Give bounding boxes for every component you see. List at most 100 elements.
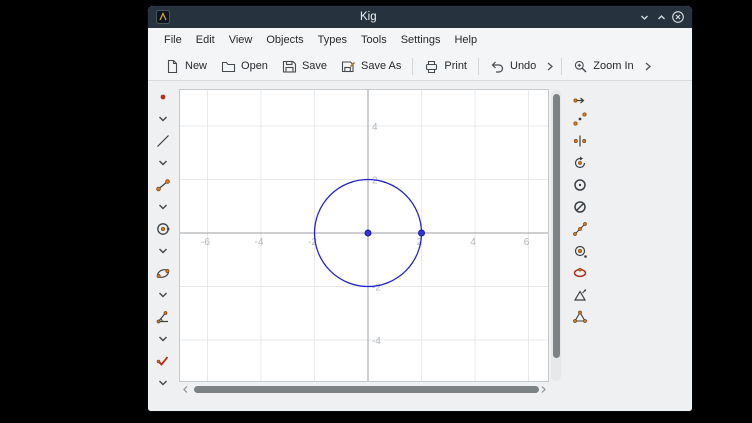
titlebar-controls xyxy=(637,6,685,28)
toolbar-overflow-expander[interactable] xyxy=(641,59,655,74)
open-button[interactable]: Open xyxy=(214,56,275,77)
window-title: Kig xyxy=(360,6,377,28)
segment-tool-expander[interactable] xyxy=(154,198,172,215)
x-tick-label: 6 xyxy=(524,237,530,248)
point-tool-expander[interactable] xyxy=(154,110,172,127)
axis-reflection-tool[interactable] xyxy=(571,132,589,149)
x-tick-label: 4 xyxy=(470,237,476,248)
horizontal-scrollbar-thumb[interactable] xyxy=(194,386,539,393)
hide-object-tool[interactable] xyxy=(571,198,589,215)
line-tool[interactable] xyxy=(154,132,172,149)
chevron-down-icon xyxy=(155,155,171,171)
open-folder-icon xyxy=(221,59,236,74)
point-reflection-tool[interactable] xyxy=(571,110,589,127)
conic-tool-expander[interactable] xyxy=(154,286,172,303)
y-tick-label: 2 xyxy=(372,176,378,187)
new-label: New xyxy=(185,60,207,72)
menu-tools[interactable]: Tools xyxy=(354,31,394,49)
angle-icon xyxy=(155,309,171,325)
translate-tool[interactable] xyxy=(571,88,589,105)
vertical-scrollbar-thumb[interactable] xyxy=(553,94,560,358)
chevron-down-icon xyxy=(155,287,171,303)
menubar: File Edit View Objects Types Tools Setti… xyxy=(148,28,692,52)
point-object[interactable] xyxy=(419,230,425,236)
circle-tool[interactable] xyxy=(154,220,172,237)
point-icon xyxy=(155,89,171,105)
inversion-circle-icon xyxy=(572,177,588,193)
circle-tool-expander[interactable] xyxy=(154,242,172,259)
x-tick-label: -6 xyxy=(201,237,210,248)
save-as-icon xyxy=(341,59,356,74)
shade-button[interactable] xyxy=(637,10,651,24)
angle-tool[interactable] xyxy=(154,308,172,325)
segment-icon xyxy=(155,177,171,193)
save-as-label: Save As xyxy=(361,60,401,72)
scroll-right-arrow[interactable] xyxy=(538,384,548,395)
point-object[interactable] xyxy=(365,230,371,236)
undo-label: Undo xyxy=(510,60,536,72)
chevron-down-icon xyxy=(155,375,171,391)
menu-settings[interactable]: Settings xyxy=(394,31,448,49)
hide-object-icon xyxy=(572,199,588,215)
geometry-canvas[interactable]: -6-4-224642-2-4 xyxy=(180,90,548,381)
close-button[interactable] xyxy=(671,10,685,24)
chevron-right-icon xyxy=(644,61,652,72)
rotate-icon xyxy=(572,155,588,171)
save-button[interactable]: Save xyxy=(275,56,334,77)
conic-tool[interactable] xyxy=(154,264,172,281)
inversion-tool[interactable] xyxy=(571,176,589,193)
line-tool-expander[interactable] xyxy=(154,154,172,171)
conic-test-icon xyxy=(572,265,588,281)
save-icon xyxy=(282,59,297,74)
chevron-down-icon xyxy=(155,331,171,347)
titlebar[interactable]: Kig xyxy=(148,6,692,28)
chevron-down-icon xyxy=(155,111,171,127)
menu-objects[interactable]: Objects xyxy=(259,31,310,49)
triangle-transform-tool[interactable] xyxy=(571,286,589,303)
chevron-right-icon xyxy=(546,61,554,72)
zoom-in-button[interactable]: Zoom In xyxy=(566,56,640,77)
segment-tool[interactable] xyxy=(154,176,172,193)
conic-icon xyxy=(155,265,171,281)
conic-test-tool[interactable] xyxy=(571,264,589,281)
menu-view[interactable]: View xyxy=(222,31,260,49)
save-as-button[interactable]: Save As xyxy=(334,56,408,77)
vertical-scrollbar[interactable] xyxy=(551,90,561,381)
kig-window: Kig File Edit View Objects Types Tools S… xyxy=(148,6,692,411)
print-button[interactable]: Print xyxy=(417,56,474,77)
new-button[interactable]: New xyxy=(158,56,214,77)
menu-file[interactable]: File xyxy=(157,31,189,49)
main-area: -6-4-224642-2-4 xyxy=(148,81,692,411)
test-icon xyxy=(155,353,171,369)
undo-button[interactable]: Undo xyxy=(483,56,543,77)
main-toolbar: New Open Save Save As xyxy=(148,52,692,81)
scale-tool[interactable] xyxy=(571,220,589,237)
menu-edit[interactable]: Edit xyxy=(189,31,222,49)
y-tick-label: -2 xyxy=(372,283,381,294)
test-tool[interactable] xyxy=(154,352,172,369)
angle-tool-expander[interactable] xyxy=(154,330,172,347)
chevron-down-icon xyxy=(155,243,171,259)
polygon-icon xyxy=(572,309,588,325)
menu-help[interactable]: Help xyxy=(447,31,484,49)
y-tick-label: -4 xyxy=(372,336,381,347)
maximize-button[interactable] xyxy=(654,10,668,24)
test-tool-expander[interactable] xyxy=(154,374,172,391)
new-document-icon xyxy=(165,59,180,74)
horizontal-scrollbar[interactable] xyxy=(180,384,548,395)
menu-types[interactable]: Types xyxy=(311,31,354,49)
toolbar-separator xyxy=(478,58,479,75)
point-tool[interactable] xyxy=(154,88,172,105)
polygon-tool[interactable] xyxy=(571,308,589,325)
line-icon xyxy=(155,133,171,149)
undo-history-expander[interactable] xyxy=(543,59,557,74)
rotate-tool[interactable] xyxy=(571,154,589,171)
projective-rotation-tool[interactable] xyxy=(571,242,589,259)
kig-app-icon[interactable] xyxy=(156,10,170,24)
scroll-left-arrow[interactable] xyxy=(180,384,190,395)
chevron-down-icon xyxy=(155,199,171,215)
objects-toolbar-left xyxy=(148,81,178,411)
scale-icon xyxy=(572,221,588,237)
zoom-in-label: Zoom In xyxy=(593,60,633,72)
x-tick-label: -4 xyxy=(255,237,264,248)
